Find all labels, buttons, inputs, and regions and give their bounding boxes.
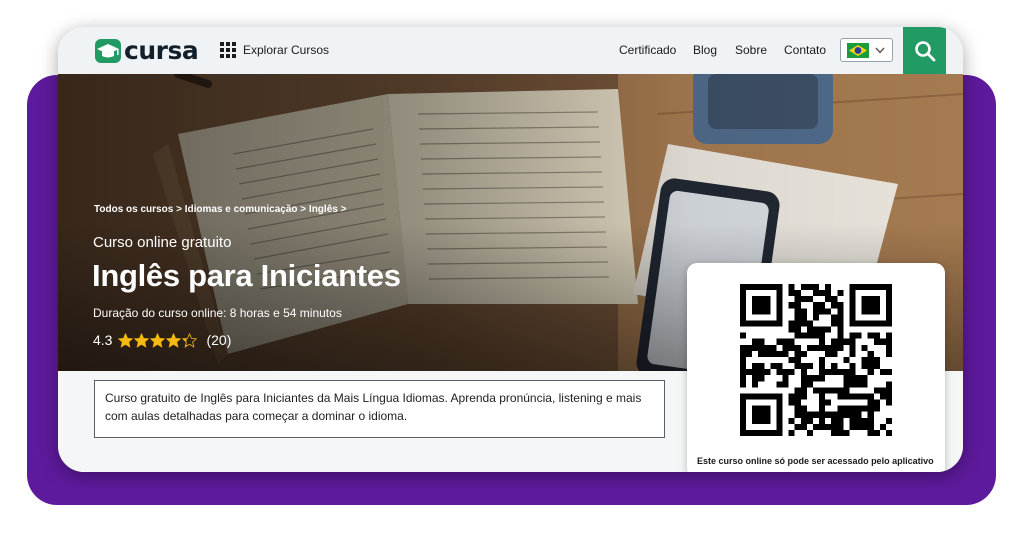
graduation-cap-logo-icon [95, 39, 121, 63]
logo-text: cursa [124, 36, 199, 65]
search-icon [914, 40, 935, 61]
search-button[interactable] [903, 27, 946, 74]
breadcrumb-all-courses[interactable]: Todos os cursos [94, 204, 173, 215]
nav-link-sobre[interactable]: Sobre [735, 43, 767, 57]
course-title: Inglês para Iniciantes [92, 258, 401, 293]
star-icon [166, 332, 182, 348]
course-duration: Duração do curso online: 8 horas e 54 mi… [93, 306, 342, 320]
star-icon [182, 332, 198, 348]
rating-stars [118, 332, 198, 348]
chevron-down-icon [875, 47, 885, 54]
explore-courses-label: Explorar Cursos [243, 43, 330, 57]
rating-value: 4.3 [93, 332, 113, 348]
star-icon [118, 332, 134, 348]
breadcrumb-separator: > [300, 204, 307, 215]
nav-link-contato[interactable]: Contato [784, 43, 826, 57]
course-description: Curso gratuito de Inglês para Iniciantes… [94, 380, 665, 438]
grid-icon [220, 42, 236, 58]
breadcrumb-category[interactable]: Idiomas e comunicação [185, 204, 298, 215]
course-subtitle: Curso online gratuito [93, 234, 232, 251]
site-logo[interactable]: cursa [94, 36, 199, 65]
app-qr-card: Este curso online só pode ser acessado p… [687, 263, 945, 472]
language-selector[interactable] [840, 38, 893, 62]
qr-code[interactable] [740, 284, 892, 436]
course-rating: 4.3 (20) [93, 332, 231, 348]
nav-link-certificado[interactable]: Certificado [619, 43, 676, 57]
breadcrumb-separator: > [176, 204, 182, 215]
breadcrumb: Todos os cursos > Idiomas e comunicação … [94, 204, 346, 215]
site-header: cursa Explorar Cursos Certificado Blog S… [58, 27, 963, 75]
star-icon [150, 332, 166, 348]
qr-caption: Este curso online só pode ser acessado p… [697, 456, 934, 466]
rating-count: (20) [206, 332, 232, 348]
breadcrumb-subcategory[interactable]: Inglês [309, 204, 338, 215]
star-icon [134, 332, 150, 348]
brazil-flag-icon [847, 42, 869, 58]
explore-courses-button[interactable]: Explorar Cursos [220, 42, 329, 58]
breadcrumb-separator: > [340, 204, 347, 215]
browser-window: cursa Explorar Cursos Certificado Blog S… [58, 27, 963, 472]
nav-link-blog[interactable]: Blog [693, 43, 717, 57]
